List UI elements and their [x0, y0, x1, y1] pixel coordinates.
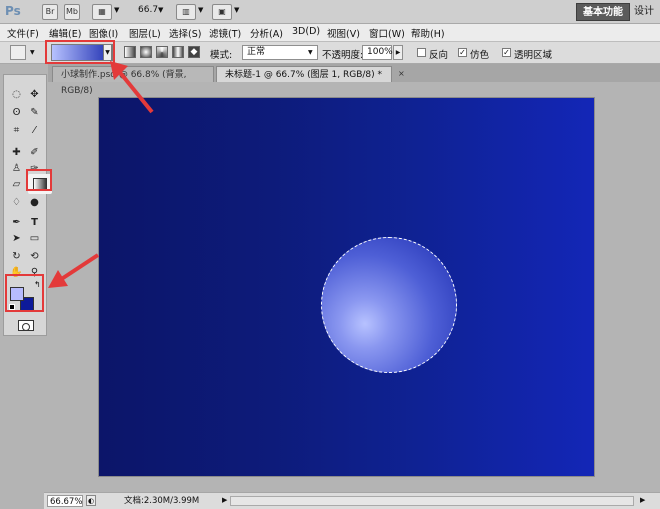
- annotation-arrow-color-swatches: [58, 253, 100, 282]
- annotation-arrows: [48, 61, 154, 288]
- annotation-arrow-gradient-picker: [116, 68, 154, 114]
